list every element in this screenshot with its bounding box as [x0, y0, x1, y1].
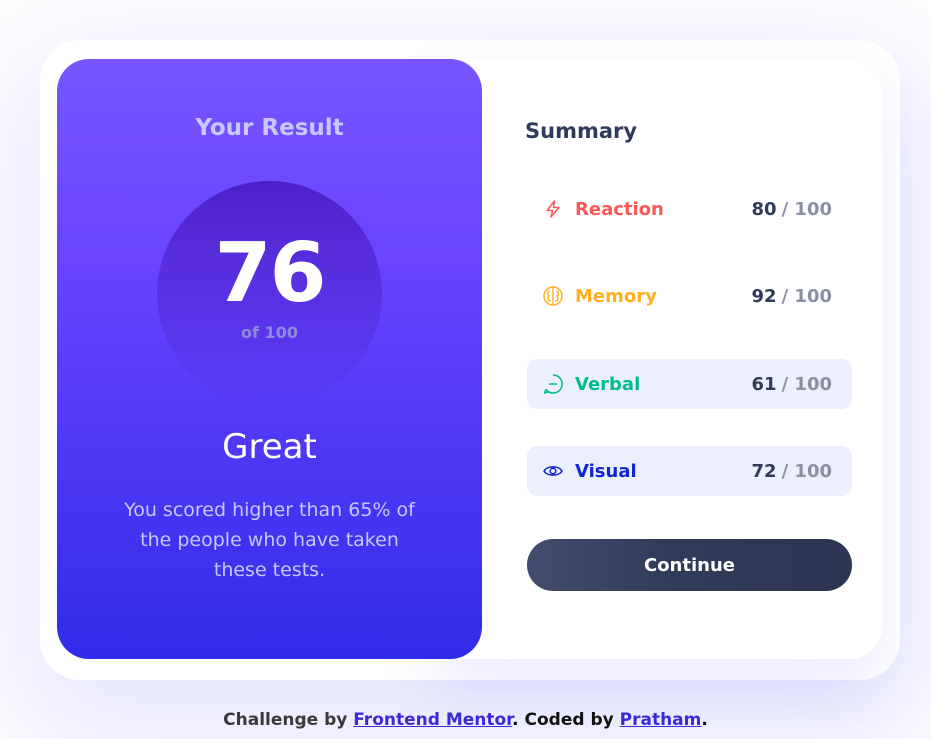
memory-score: 92 — [751, 285, 777, 307]
visual-label: Visual — [575, 460, 637, 482]
memory-label: Memory — [575, 285, 657, 307]
summary-row-visual: Visual 72 / 100 — [527, 446, 852, 496]
brain-icon — [541, 284, 565, 308]
verbal-score: 61 — [751, 373, 777, 395]
attribution-footer: Challenge by Frontend Mentor. Coded by P… — [0, 710, 931, 730]
reaction-score: 80 — [751, 198, 777, 220]
footer-middle: . Coded by — [512, 710, 620, 730]
eye-icon — [541, 459, 565, 483]
score-circle: 76 of 100 — [157, 181, 382, 406]
rating-label: Great — [222, 427, 317, 467]
reaction-max: / 100 — [781, 198, 832, 220]
verbal-label: Verbal — [575, 373, 641, 395]
result-card: Your Result 76 of 100 Great You scored h… — [57, 59, 482, 659]
result-title: Your Result — [195, 115, 344, 141]
score-of: of 100 — [241, 323, 298, 342]
summary-card: Summary Reaction 80 / 100 Memory 92 / 10… — [440, 59, 882, 659]
score-value: 76 — [214, 226, 326, 321]
result-description: You scored higher than 65% of the people… — [124, 499, 415, 581]
visual-score: 72 — [751, 460, 777, 482]
continue-button[interactable]: Continue — [527, 539, 852, 591]
summary-row-reaction: Reaction 80 / 100 — [527, 184, 852, 234]
author-link[interactable]: Pratham — [620, 710, 702, 730]
memory-max: / 100 — [781, 285, 832, 307]
footer-suffix: . — [701, 710, 708, 730]
chat-bubble-icon — [541, 372, 565, 396]
summary-row-verbal: Verbal 61 / 100 — [527, 359, 852, 409]
summary-row-memory: Memory 92 / 100 — [527, 271, 852, 321]
visual-max: / 100 — [781, 460, 832, 482]
summary-title: Summary — [525, 119, 638, 143]
footer-prefix: Challenge by — [223, 710, 354, 730]
challenge-link[interactable]: Frontend Mentor — [353, 710, 512, 730]
reaction-label: Reaction — [575, 198, 664, 220]
lightning-icon — [541, 197, 565, 221]
verbal-max: / 100 — [781, 373, 832, 395]
